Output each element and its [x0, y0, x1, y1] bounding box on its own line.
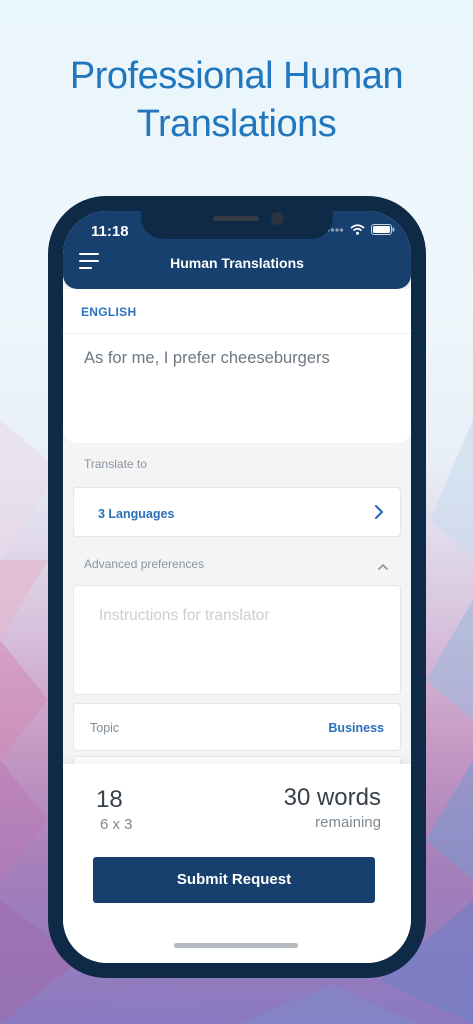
nav-title: Human Translations — [170, 255, 304, 271]
target-languages-value: 3 Languages — [98, 507, 175, 521]
divider — [63, 333, 411, 334]
headline: Professional Human Translations — [0, 52, 473, 148]
home-indicator — [174, 943, 298, 948]
chevron-up-icon[interactable] — [377, 563, 389, 571]
speaker — [213, 216, 259, 221]
summary-panel: 18 6 x 3 30 words remaining Submit Reque… — [63, 764, 411, 963]
topic-row[interactable]: Topic Business — [73, 703, 401, 751]
topic-label: Topic — [90, 721, 120, 735]
phone-frame: 11:18 Human Translations ENGLISH As for … — [48, 196, 426, 978]
headline-line-2: Translations — [136, 103, 337, 145]
status-time: 11:18 — [91, 223, 129, 240]
instructions-placeholder: Instructions for translator — [99, 607, 270, 624]
source-text-input[interactable]: As for me, I prefer cheeseburgers — [84, 349, 330, 368]
instructions-input[interactable]: Instructions for translator — [73, 585, 401, 695]
battery-icon — [371, 224, 395, 235]
navbar: 11:18 Human Translations — [63, 211, 411, 289]
chevron-right-icon — [374, 504, 384, 520]
advanced-preferences-label[interactable]: Advanced preferences — [84, 557, 204, 571]
target-languages-row[interactable]: 3 Languages — [73, 487, 401, 537]
status-icons — [326, 224, 395, 235]
translate-to-label: Translate to — [84, 457, 147, 471]
language-count: 18 — [96, 786, 123, 813]
words-remaining-label: remaining — [315, 814, 381, 831]
words-remaining: 30 words — [283, 784, 381, 811]
phone-screen: 11:18 Human Translations ENGLISH As for … — [63, 211, 411, 963]
submit-request-button[interactable]: Submit Request — [93, 857, 375, 903]
front-camera — [271, 212, 284, 225]
topic-value: Business — [328, 721, 384, 735]
source-card: ENGLISH As for me, I prefer cheeseburger… — [63, 289, 411, 443]
wifi-icon — [350, 224, 365, 235]
source-language-selector[interactable]: ENGLISH — [81, 305, 136, 319]
headline-line-1: Professional Human — [69, 55, 404, 97]
notch — [141, 211, 333, 239]
language-count-detail: 6 x 3 — [100, 816, 133, 833]
